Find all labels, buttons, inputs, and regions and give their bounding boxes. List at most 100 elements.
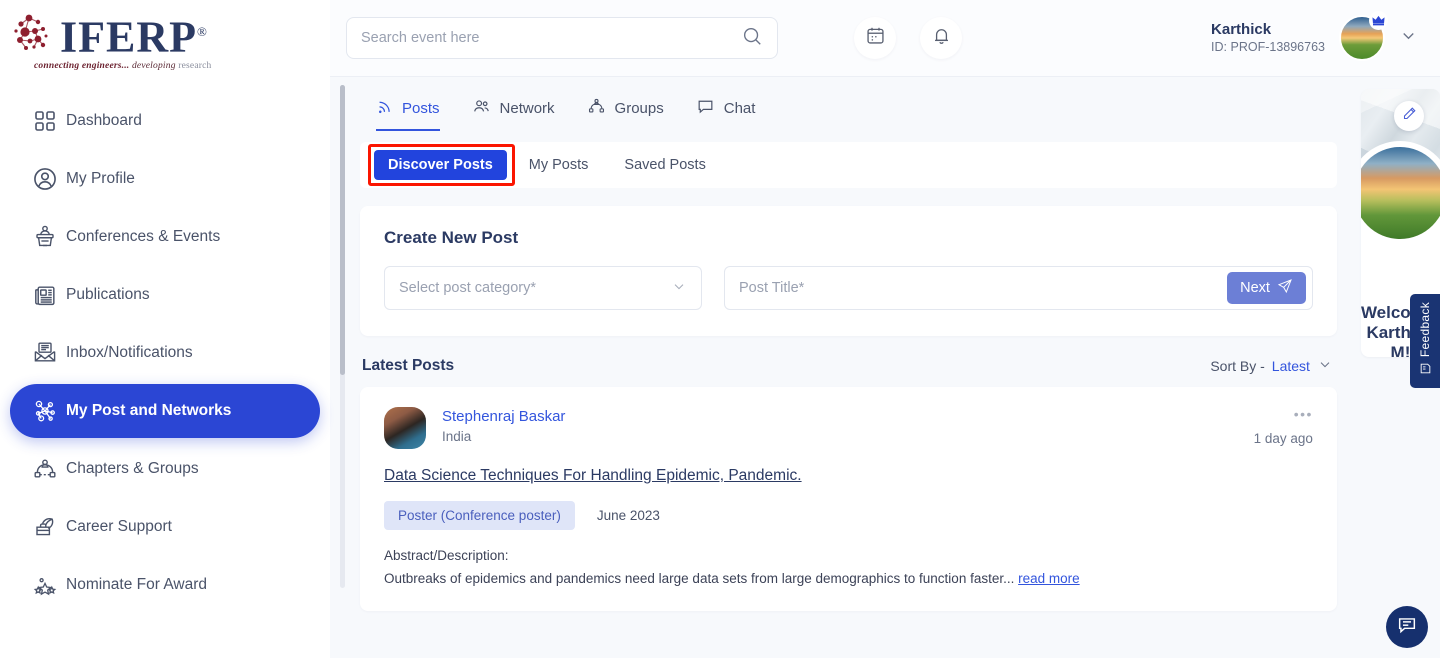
notifications-button[interactable] [920,17,962,59]
tab-posts[interactable]: Posts [376,98,440,131]
latest-posts-header: Latest Posts Sort By - Latest [360,356,1337,375]
pencil-icon [1402,106,1417,126]
search-box[interactable] [346,17,778,59]
avatar[interactable] [1339,15,1385,61]
top-bar: Karthick ID: PROF-13896763 [330,0,1440,77]
chat-icon [696,97,715,120]
tab-groups[interactable]: Groups [587,97,664,132]
subtab-label: Discover Posts [388,157,493,173]
subtab-saved-posts[interactable]: Saved Posts [610,150,719,180]
crown-icon [1369,11,1388,30]
network-nodes-icon [24,398,66,424]
post-title-field[interactable]: Next [724,266,1313,310]
tab-label: Groups [615,100,664,117]
create-post-title: Create New Post [384,228,1313,248]
post-header: Stephenraj Baskar India ••• 1 day ago [384,407,1313,449]
tagline-part-c: research [178,61,211,71]
abstract-label: Abstract/Description: [384,548,1313,563]
calendar-button[interactable] [854,17,896,59]
chat-support-button[interactable] [1386,606,1428,648]
people-icon [472,97,491,120]
podium-icon [24,224,66,250]
post-author-name[interactable]: Stephenraj Baskar [442,407,565,427]
sidebar-item-label: Inbox/Notifications [66,344,193,362]
post-category-select[interactable]: Select post category* [384,266,702,310]
user-profile-menu[interactable]: Karthick ID: PROF-13896763 [1211,15,1440,61]
read-more-link[interactable]: read more [1018,571,1080,586]
edit-profile-button[interactable] [1394,101,1424,131]
brand-name: IFERP® [60,10,208,60]
topbar-icon-group [854,17,962,59]
next-button[interactable]: Next [1227,272,1306,304]
user-id: ID: PROF-13896763 [1211,39,1325,56]
sub-tabs: Discover Posts My Posts Saved Posts [360,142,1337,188]
sidebar-item-publications[interactable]: Publications [10,268,320,322]
rss-icon [376,98,393,119]
iferp-molecule-logo-icon [12,10,58,56]
feedback-label: Feedback [1418,302,1432,357]
grid-icon [24,109,66,133]
feedback-icon [1419,362,1432,380]
send-paper-plane-icon [1277,278,1293,298]
post-title-link[interactable]: Data Science Techniques For Handling Epi… [384,467,1313,485]
subtab-discover-posts[interactable]: Discover Posts [374,150,507,180]
brand-tagline: connecting engineers... developing resea… [34,61,211,71]
post-tags-row: Poster (Conference poster) June 2023 [384,501,1313,530]
post-header-right: ••• 1 day ago [1254,407,1313,446]
chevron-down-icon [671,278,687,298]
main-area: Karthick ID: PROF-13896763 [330,0,1440,658]
subtab-label: My Posts [529,157,589,173]
stars-award-icon [24,572,66,598]
people-group-icon [24,456,66,482]
sidebar: IFERP® connecting engineers... developin… [0,0,330,658]
chat-bubble-icon [1396,614,1418,641]
sidebar-item-label: Dashboard [66,112,142,130]
sidebar-item-nominate-for-award[interactable]: Nominate For Award [10,558,320,612]
post-options-menu-icon[interactable]: ••• [1254,407,1313,421]
chevron-down-icon[interactable] [1399,26,1418,50]
subtab-my-posts[interactable]: My Posts [515,150,603,180]
sidebar-item-label: Chapters & Groups [66,460,199,478]
sidebar-item-label: Career Support [66,518,172,536]
search-icon[interactable] [741,25,763,52]
tab-label: Posts [402,100,440,117]
sidebar-item-inbox-notifications[interactable]: Inbox/Notifications [10,326,320,380]
post-type-badge: Poster (Conference poster) [384,501,575,530]
tab-network[interactable]: Network [472,97,555,132]
content-scrollbar-thumb[interactable] [340,85,345,375]
sidebar-item-dashboard[interactable]: Dashboard [10,94,320,148]
feedback-tab[interactable]: Feedback [1410,294,1440,388]
brand-logo[interactable]: IFERP® connecting engineers... developin… [0,0,330,78]
bell-icon [931,25,952,51]
post-category-placeholder: Select post category* [399,280,536,296]
search-input[interactable] [361,30,741,46]
sidebar-item-chapters-groups[interactable]: Chapters & Groups [10,442,320,496]
sidebar-item-label: Conferences & Events [66,228,220,246]
primary-tabs: Posts Network [360,77,1337,132]
sidebar-item-label: Nominate For Award [66,576,207,594]
sort-by-dropdown[interactable]: Sort By - Latest [1210,356,1333,375]
sidebar-item-my-post-and-networks[interactable]: My Post and Networks [10,384,320,438]
post-author-avatar[interactable] [384,407,426,449]
sort-by-label: Sort By - [1210,358,1264,374]
envelope-icon [24,340,66,366]
tab-label: Chat [724,100,756,117]
app-root: IFERP® connecting engineers... developin… [0,0,1440,658]
sidebar-item-my-profile[interactable]: My Profile [10,152,320,206]
abstract-body: Outbreaks of epidemics and pandemics nee… [384,571,1014,586]
create-post-card: Create New Post Select post category* [360,206,1337,336]
sidebar-item-conferences-events[interactable]: Conferences & Events [10,210,320,264]
post-author-country: India [442,427,565,446]
tab-label: Network [500,100,555,117]
sidebar-item-career-support[interactable]: Career Support [10,500,320,554]
tagline-part-b: developing [132,61,176,71]
briefcase-icon [24,514,66,540]
tab-chat[interactable]: Chat [696,97,756,132]
registered-mark: ® [197,24,208,39]
profile-avatar-ring [1361,141,1440,245]
subtab-label: Saved Posts [624,157,705,173]
latest-posts-title: Latest Posts [362,357,454,375]
sort-by-value: Latest [1272,358,1310,374]
post-title-input[interactable] [739,280,1227,296]
post-timestamp: 1 day ago [1254,431,1313,446]
